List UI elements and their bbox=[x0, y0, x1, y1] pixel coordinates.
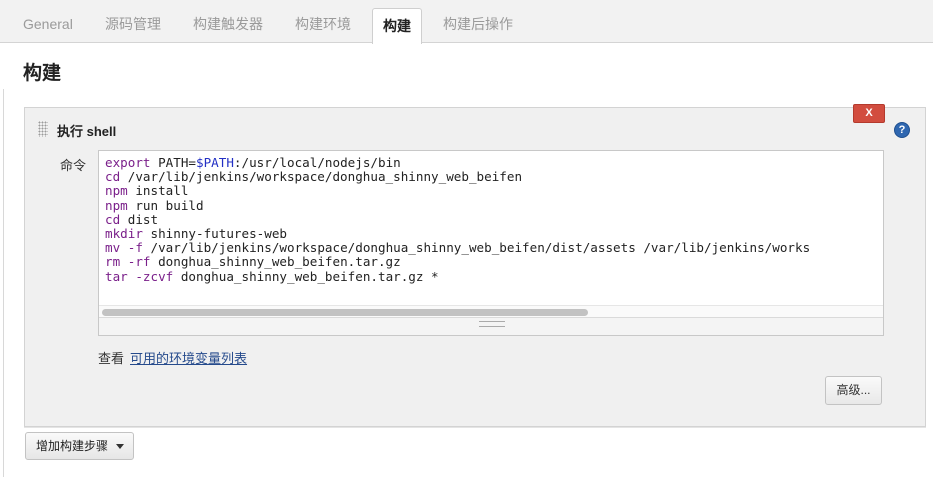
code-line: cd dist bbox=[105, 211, 159, 227]
caret-down-icon bbox=[116, 444, 124, 449]
step-title: 执行 shell bbox=[57, 124, 117, 139]
env-prefix: 查看 bbox=[98, 351, 125, 366]
tab-build-environment[interactable]: 构建环境 bbox=[295, 0, 351, 43]
advanced-button[interactable]: 高级... bbox=[825, 376, 882, 405]
command-label: 命令 bbox=[60, 158, 87, 173]
code-line: mv -f /var/lib/jenkins/workspace/donghua… bbox=[105, 240, 811, 256]
add-build-step-label: 增加构建步骤 bbox=[36, 439, 109, 453]
config-tab-bar: General 源码管理 构建触发器 构建环境 构建 构建后操作 bbox=[0, 0, 933, 44]
code-line: export PATH=$PATH:/usr/local/nodejs/bin bbox=[105, 155, 401, 170]
delete-step-button[interactable]: X bbox=[853, 104, 885, 123]
panel-divider bbox=[24, 427, 926, 428]
code-line: tar -zcvf donghua_shinny_web_beifen.tar.… bbox=[105, 268, 439, 284]
help-icon[interactable]: ? bbox=[894, 122, 910, 138]
code-line: mkdir shinny-futures-web bbox=[105, 226, 287, 242]
command-textarea[interactable]: export PATH=$PATH:/usr/local/nodejs/bin c… bbox=[98, 150, 884, 336]
tab-post-build-actions[interactable]: 构建后操作 bbox=[443, 0, 513, 43]
code-line: npm run build bbox=[105, 197, 204, 213]
drag-handle-icon[interactable] bbox=[38, 121, 48, 137]
tab-source-control[interactable]: 源码管理 bbox=[105, 0, 161, 43]
add-build-step-button[interactable]: 增加构建步骤 bbox=[25, 432, 134, 460]
section-title: 构建 bbox=[23, 63, 62, 84]
tab-general[interactable]: General bbox=[23, 0, 73, 43]
resize-grip-icon[interactable] bbox=[479, 321, 505, 327]
env-vars-line: 查看 可用的环境变量列表 bbox=[98, 348, 247, 367]
tab-build-triggers[interactable]: 构建触发器 bbox=[193, 0, 263, 43]
code-line: npm install bbox=[105, 183, 189, 199]
textarea-resize-bar[interactable] bbox=[99, 317, 883, 335]
scrollbar-thumb[interactable] bbox=[102, 309, 588, 316]
code-line: cd /var/lib/jenkins/workspace/donghua_sh… bbox=[105, 169, 523, 185]
tab-build[interactable]: 构建 bbox=[372, 8, 422, 44]
code-line: rm -rf donghua_shinny_web_beifen.tar.gz bbox=[105, 254, 401, 270]
section-left-border bbox=[3, 89, 4, 477]
command-text[interactable]: export PATH=$PATH:/usr/local/nodejs/bin c… bbox=[105, 155, 811, 284]
env-vars-link[interactable]: 可用的环境变量列表 bbox=[130, 351, 247, 366]
